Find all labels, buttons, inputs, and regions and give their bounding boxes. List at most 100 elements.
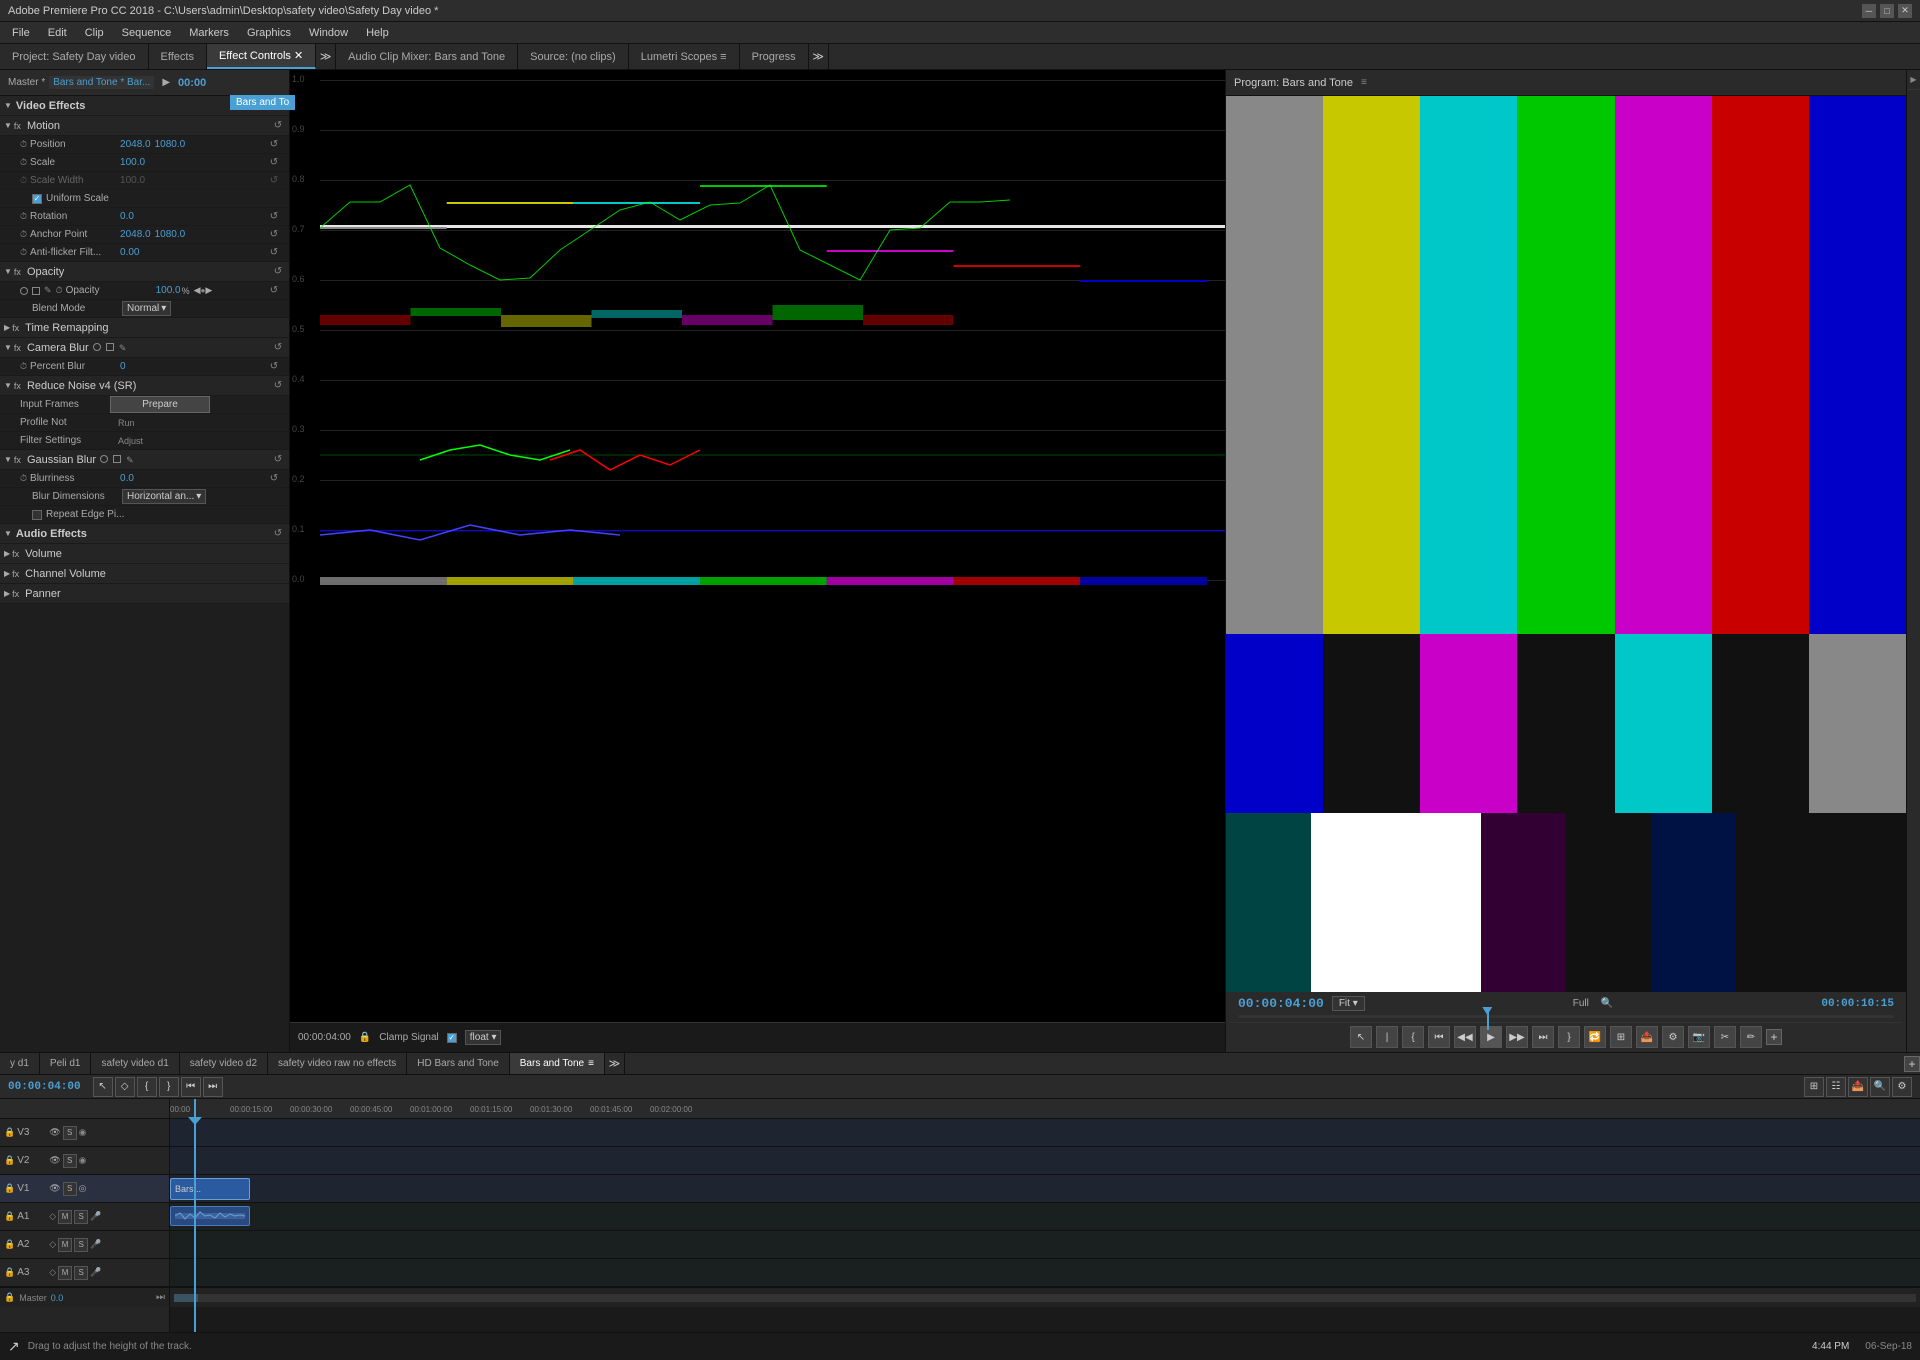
track-v2[interactable] bbox=[170, 1147, 1920, 1175]
track-v3[interactable] bbox=[170, 1119, 1920, 1147]
track-v1[interactable]: Bars... bbox=[170, 1175, 1920, 1203]
clip-bars-tone-video[interactable]: Bars... bbox=[170, 1178, 250, 1200]
menu-file[interactable]: File bbox=[4, 25, 38, 41]
timeline-tab-saf2[interactable]: safety video d2 bbox=[180, 1053, 268, 1074]
a2-mic[interactable]: 🎤 bbox=[90, 1239, 101, 1250]
transport-play[interactable]: ▶ bbox=[1480, 1026, 1502, 1048]
menu-help[interactable]: Help bbox=[358, 25, 397, 41]
tab-project[interactable]: Project: Safety Day video bbox=[0, 44, 149, 69]
timeline-ruler[interactable]: 00:00 00:00:15:00 00:00:30:00 00:00:45:0… bbox=[170, 1099, 1920, 1119]
transport-in[interactable]: { bbox=[1402, 1026, 1424, 1048]
a1-mic[interactable]: 🎤 bbox=[90, 1211, 101, 1222]
v1-solo[interactable]: S bbox=[63, 1182, 77, 1196]
anchor-reset[interactable]: ↺ bbox=[267, 228, 281, 242]
repeat-edge-checkbox[interactable] bbox=[32, 510, 42, 520]
a2-solo[interactable]: S bbox=[74, 1238, 88, 1252]
timeline-tab-raw[interactable]: safety video raw no effects bbox=[268, 1053, 407, 1074]
transport-safe-margins[interactable]: ⊞ bbox=[1610, 1026, 1632, 1048]
tab-effect-controls[interactable]: Effect Controls ✕ bbox=[207, 44, 316, 69]
blur-reset[interactable]: ↺ bbox=[267, 472, 281, 486]
track-a3[interactable] bbox=[170, 1259, 1920, 1287]
tab-audio-clip-mixer[interactable]: Audio Clip Mixer: Bars and Tone bbox=[336, 44, 518, 69]
timeline-tab-bars[interactable]: Bars and Tone ≡ bbox=[510, 1053, 605, 1074]
a1-keyframe[interactable]: ◇ bbox=[49, 1211, 56, 1222]
transport-select[interactable]: ↖ bbox=[1350, 1026, 1372, 1048]
tab-expand-right[interactable]: ≫ bbox=[809, 44, 829, 69]
anchor-y[interactable]: 1080.0 bbox=[155, 229, 186, 240]
a3-solo[interactable]: S bbox=[74, 1266, 88, 1280]
scale-value[interactable]: 100.0 bbox=[120, 157, 145, 168]
anti-flicker-stopwatch[interactable]: ⏱ bbox=[20, 247, 27, 258]
v3-lock[interactable]: 🔒 bbox=[4, 1127, 15, 1138]
master-end[interactable]: ⏭ bbox=[156, 1292, 165, 1303]
gb-reset[interactable]: ↺ bbox=[271, 453, 285, 467]
a3-keyframe[interactable]: ◇ bbox=[49, 1267, 56, 1278]
a1-solo[interactable]: S bbox=[74, 1210, 88, 1224]
v2-solo[interactable]: S bbox=[63, 1154, 77, 1168]
tab-progress[interactable]: Progress bbox=[740, 44, 809, 69]
timeline-tab-pelid1[interactable]: Peli d1 bbox=[40, 1053, 92, 1074]
timeline-tab-hd[interactable]: HD Bars and Tone bbox=[407, 1053, 510, 1074]
v2-eye[interactable]: 👁 bbox=[49, 1155, 60, 1166]
channel-volume-header[interactable]: ▶ fx Channel Volume bbox=[0, 564, 289, 584]
cb-reset[interactable]: ↺ bbox=[271, 341, 285, 355]
reduce-noise-header[interactable]: ▼ fx Reduce Noise v4 (SR) ↺ bbox=[0, 376, 289, 396]
transport-export-frame[interactable]: 📷 bbox=[1688, 1026, 1710, 1048]
transport-prev-frame[interactable]: ⏮ bbox=[1428, 1026, 1450, 1048]
transport-loop[interactable]: 🔁 bbox=[1584, 1026, 1606, 1048]
transport-out[interactable]: } bbox=[1558, 1026, 1580, 1048]
a1-mute[interactable]: M bbox=[58, 1210, 72, 1224]
audio-effects-header[interactable]: ▼ Audio Effects ↺ bbox=[0, 524, 289, 544]
add-button[interactable]: + bbox=[1766, 1029, 1782, 1045]
ec-time[interactable]: 00:00 bbox=[178, 77, 206, 89]
pb-stopwatch[interactable]: ⏱ bbox=[20, 361, 27, 372]
anti-flicker-reset[interactable]: ↺ bbox=[267, 246, 281, 260]
clip-bars-tone-audio[interactable] bbox=[170, 1206, 250, 1226]
strip-collapse[interactable]: ▶ bbox=[1907, 70, 1920, 90]
master-track-bar[interactable] bbox=[174, 1294, 1916, 1302]
ae-reset[interactable]: ↺ bbox=[271, 527, 285, 541]
position-stopwatch[interactable]: ⏱ bbox=[20, 139, 27, 150]
a3-lock[interactable]: 🔒 bbox=[4, 1267, 15, 1278]
transport-step-back[interactable]: ◀◀ bbox=[1454, 1026, 1476, 1048]
transport-output[interactable]: 📤 bbox=[1636, 1026, 1658, 1048]
menu-markers[interactable]: Markers bbox=[181, 25, 237, 41]
menu-window[interactable]: Window bbox=[301, 25, 356, 41]
v3-solo[interactable]: S bbox=[63, 1126, 77, 1140]
close-button[interactable]: ✕ bbox=[1898, 4, 1912, 18]
uniform-scale-checkbox[interactable] bbox=[32, 194, 42, 204]
anchor-stopwatch[interactable]: ⏱ bbox=[20, 229, 27, 240]
timeline-tab-yd1[interactable]: y d1 bbox=[0, 1053, 40, 1074]
timeline-timecode[interactable]: 00:00:04:00 bbox=[8, 1081, 81, 1093]
program-playhead-track[interactable] bbox=[1238, 1015, 1894, 1018]
transport-edit[interactable]: ✏ bbox=[1740, 1026, 1762, 1048]
track-a2[interactable] bbox=[170, 1231, 1920, 1259]
a3-mic[interactable]: 🎤 bbox=[90, 1267, 101, 1278]
add-track-button[interactable]: + bbox=[1904, 1056, 1920, 1072]
v3-target[interactable]: ◉ bbox=[79, 1127, 87, 1138]
transport-settings[interactable]: ⚙ bbox=[1662, 1026, 1684, 1048]
scale-stopwatch[interactable]: ⏱ bbox=[20, 157, 27, 168]
position-reset[interactable]: ↺ bbox=[267, 138, 281, 152]
prepare-button[interactable]: Prepare bbox=[110, 396, 210, 413]
program-menu-icon[interactable]: ≡ bbox=[1361, 77, 1367, 88]
track-a1[interactable] bbox=[170, 1203, 1920, 1231]
anchor-x[interactable]: 2048.0 bbox=[120, 229, 151, 240]
motion-header[interactable]: ▼ fx Motion ↺ bbox=[0, 116, 289, 136]
fit-dropdown[interactable]: Fit ▾ bbox=[1332, 996, 1365, 1011]
blur-stopwatch[interactable]: ⏱ bbox=[20, 473, 27, 484]
program-timecode[interactable]: 00:00:04:00 bbox=[1238, 996, 1324, 1011]
v1-target[interactable]: ◎ bbox=[79, 1183, 87, 1194]
opacity-stopwatch[interactable]: ⏱ bbox=[56, 285, 63, 296]
blur-value[interactable]: 0.0 bbox=[120, 473, 134, 484]
v1-lock[interactable]: 🔒 bbox=[4, 1183, 15, 1194]
tab-effects[interactable]: Effects bbox=[149, 44, 207, 69]
opacity-reset[interactable]: ↺ bbox=[271, 265, 285, 279]
rotation-value[interactable]: 0.0 bbox=[120, 211, 134, 222]
rotation-stopwatch[interactable]: ⏱ bbox=[20, 211, 27, 222]
a2-lock[interactable]: 🔒 bbox=[4, 1239, 15, 1250]
blend-mode-dropdown[interactable]: Normal ▾ bbox=[122, 301, 171, 316]
scale-reset[interactable]: ↺ bbox=[267, 156, 281, 170]
opacity-nav-left[interactable]: ◀ bbox=[194, 285, 201, 296]
a3-mute[interactable]: M bbox=[58, 1266, 72, 1280]
